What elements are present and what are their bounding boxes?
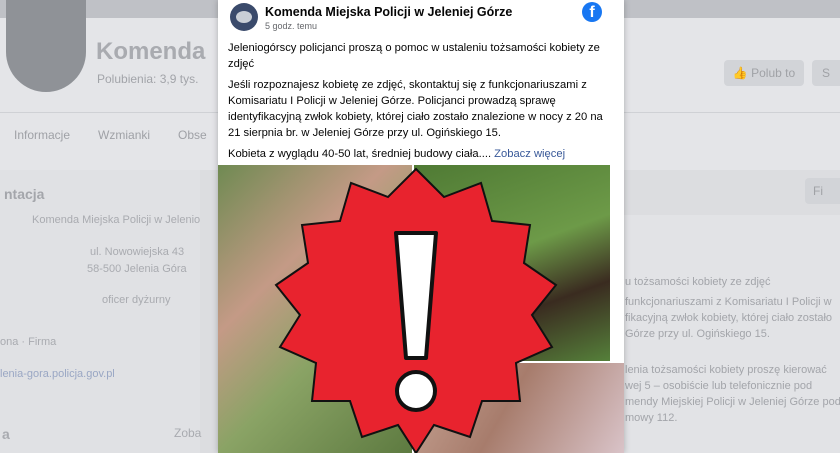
left-bottom-title: a (2, 426, 10, 442)
right-line-8: mowy 112. (625, 412, 678, 424)
left-card-bottom (0, 410, 200, 453)
contact-website-link[interactable]: lenia-gora.policja.gov.pl (0, 368, 115, 380)
post-photos (218, 165, 624, 453)
photo-gap (610, 165, 624, 361)
post-paragraph-1: Jeleniogórscy policjanci proszą o pomoc … (228, 42, 600, 70)
post-paragraph-2: Jeśli rozpoznajesz kobietę ze zdjęć, sko… (228, 79, 603, 139)
contact-name: Komenda Miejska Policji w Jelenio (32, 214, 201, 226)
see-more-link[interactable]: Zobacz więcej (494, 148, 565, 160)
post-timestamp[interactable]: 5 godz. temu (265, 21, 317, 31)
right-line-4: Górze przy ul. Ogińskiego 15. (625, 328, 770, 340)
search-button[interactable]: S (812, 60, 840, 86)
like-button[interactable]: 👍 Polub to (724, 60, 804, 86)
right-line-3: fikacyjną zwłok kobiety, której ciało zo… (625, 312, 833, 324)
facebook-icon[interactable]: f (582, 2, 602, 22)
page-title: Komenda (96, 38, 206, 65)
contact-street: ul. Nowowiejska 43 (90, 246, 185, 258)
contact-city: 58-500 Jelenia Góra (87, 263, 187, 275)
right-line-6: wej 5 – osobiście lub telefonicznie pod (625, 380, 813, 392)
tab-obserwujacy[interactable]: Obse (178, 128, 207, 142)
post-paragraph-3: Kobieta z wyglądu 40-50 lat, średniej bu… (228, 146, 614, 162)
right-line-2: funkcjonariuszami z Komisariatu I Policj… (625, 296, 832, 308)
thumbs-up-icon: 👍 (732, 66, 748, 80)
post-body: Jeleniogórscy policjanci proszą o pomoc … (228, 40, 614, 167)
post-author-name[interactable]: Komenda Miejska Policji w Jeleniej Górze (265, 5, 512, 19)
exclamation-dot (395, 370, 437, 412)
filter-button[interactable]: Fi (805, 178, 840, 204)
post-paragraph-3-text: Kobieta z wyglądu 40-50 lat, średniej bu… (228, 148, 492, 160)
right-line-5: lenia tożsamości kobiety proszę kierować (625, 364, 827, 376)
filter-button-label: Fi (813, 184, 823, 198)
tab-informacje[interactable]: Informacje (14, 128, 70, 142)
right-line-1: u tożsamości kobiety ze zdjęć (625, 276, 771, 288)
like-button-label: Polub to (751, 66, 796, 80)
contact-category: ona · Firma (0, 336, 57, 348)
tab-wzmianki[interactable]: Wzmianki (98, 128, 150, 142)
contact-duty-officer: oficer dyżurny (102, 294, 171, 306)
warning-exclamation-icon (274, 167, 558, 453)
contact-title: ntacja (4, 186, 45, 202)
left-bottom-link[interactable]: Zoba (174, 426, 201, 440)
search-button-label: S (822, 66, 831, 80)
post-author-avatar[interactable] (230, 3, 258, 31)
right-line-7: mendy Miejskiej Policji w Jeleniej Górze… (625, 396, 840, 408)
page-tabs: Informacje Wzmianki Obse (14, 128, 207, 142)
facebook-post: Komenda Miejska Policji w Jeleniej Górze… (218, 0, 624, 453)
page-avatar (6, 0, 86, 92)
likes-count: Polubienia: 3,9 tys. (97, 72, 199, 86)
